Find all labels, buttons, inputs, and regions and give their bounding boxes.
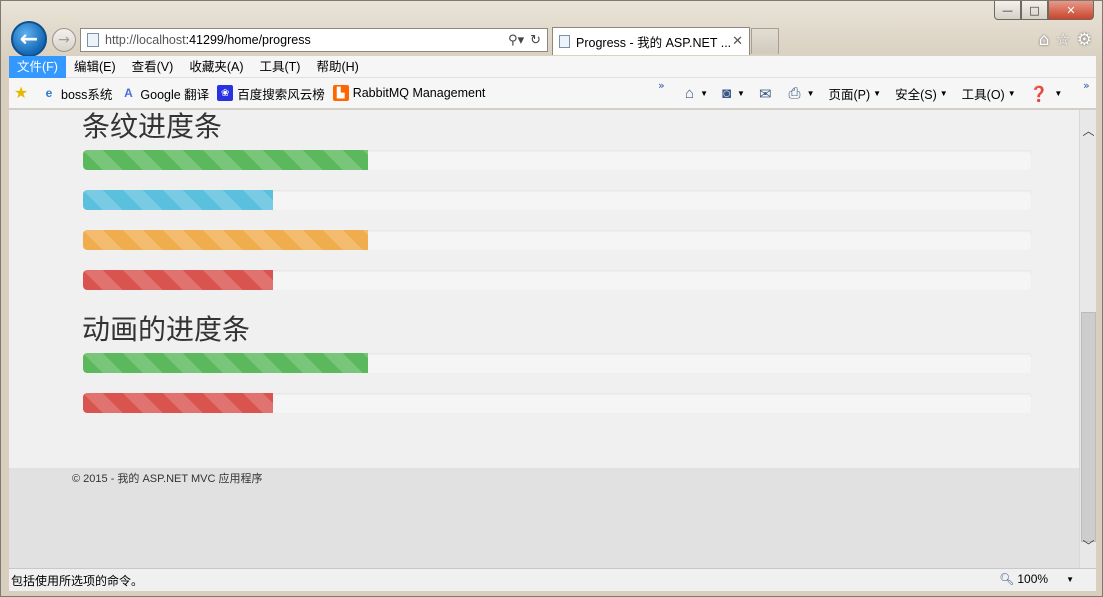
- menu-favorites[interactable]: 收藏夹(A): [181, 56, 251, 78]
- scrollbar-thumb[interactable]: [1081, 312, 1096, 542]
- tab-close-icon[interactable]: ✕: [732, 34, 743, 49]
- mail-icon: ✉: [758, 85, 772, 103]
- fav-rabbitmq[interactable]: ▙ RabbitMQ Management: [332, 85, 486, 101]
- fav-label: RabbitMQ Management: [352, 86, 486, 100]
- close-button[interactable]: ✕: [1048, 1, 1094, 20]
- zoom-level: 100%: [1017, 572, 1049, 586]
- chevron-down-icon: ▼: [1007, 89, 1016, 98]
- safety-menu-label: 安全(S): [895, 88, 937, 102]
- tab-title: Progress - 我的 ASP.NET ...: [576, 36, 732, 50]
- progress-bar-track: [83, 270, 1032, 290]
- address-bar[interactable]: http://localhost:41299/home/progress ⚲▾ …: [80, 28, 548, 52]
- home-command[interactable]: ⌂ ▼: [685, 85, 708, 102]
- help-icon: ❓: [1029, 85, 1049, 103]
- footer-copyright: © 2015 - 我的 ASP.NET MVC 应用程序: [72, 473, 263, 485]
- progress-bar-fill: [83, 230, 368, 250]
- fav-label: Google 翻译: [140, 87, 210, 102]
- progress-bar-fill: [83, 393, 273, 413]
- chevron-down-icon: ▼: [873, 89, 882, 98]
- help-menu[interactable]: ❓ ▼: [1030, 85, 1063, 103]
- fav-label: boss系统: [61, 87, 113, 102]
- print-command[interactable]: ⎙ ▼: [789, 85, 815, 102]
- forward-button[interactable]: →: [52, 28, 76, 52]
- menu-file[interactable]: 文件(F): [9, 55, 66, 78]
- page-menu-label: 页面(P): [828, 88, 871, 102]
- scroll-down-icon[interactable]: ﹀: [1080, 537, 1097, 554]
- favorites-bar: ★ e boss系统 A Google 翻译 ❀ 百度搜索风云榜 ▙ RabbitMQ …: [9, 78, 1096, 109]
- favorites-add-button[interactable]: ★: [13, 85, 33, 102]
- back-arrow-icon: ←: [19, 26, 39, 52]
- tools-menu[interactable]: 工具(O) ▼: [962, 84, 1016, 103]
- menu-view[interactable]: 查看(V): [124, 56, 182, 78]
- favorites-overflow-chevron-icon[interactable]: »: [658, 79, 665, 92]
- chevron-down-icon: ▼: [806, 89, 815, 98]
- progress-bar-track: [83, 150, 1032, 170]
- baidu-icon: ❀: [217, 85, 234, 101]
- progress-bar-track: [83, 353, 1032, 373]
- tab-progress[interactable]: Progress - 我的 ASP.NET ... ✕: [552, 27, 750, 55]
- favorites-star-icon[interactable]: ☆: [1056, 30, 1071, 50]
- progress-bar-fill: [83, 353, 368, 373]
- menu-tools[interactable]: 工具(T): [251, 56, 308, 78]
- translate-icon: A: [124, 86, 133, 100]
- tools-menu-label: 工具(O): [961, 88, 1005, 102]
- home-icon: ⌂: [685, 85, 695, 102]
- rss-icon: ◙: [721, 85, 732, 102]
- command-bar: ⌂ ▼ ◙ ▼ ✉ ⎙ ▼ 页面(P) ▼ 安全(S) ▼ 工具(O) ▼ ❓ ▼: [685, 78, 1076, 109]
- progress-bar-fill: [83, 270, 273, 290]
- minimize-button[interactable]: —: [994, 1, 1021, 20]
- page-content: 条纹进度条 动画的进度条 © 2015 - 我的 ASP.NET MVC 应用程…: [9, 110, 1079, 568]
- progress-bar-track: [83, 230, 1032, 250]
- maximize-button[interactable]: □: [1021, 1, 1048, 20]
- menu-edit[interactable]: 编辑(E): [66, 56, 124, 78]
- command-overflow-chevron-icon[interactable]: »: [1083, 79, 1090, 92]
- vertical-scrollbar[interactable]: ︿ ﹀: [1079, 110, 1096, 568]
- url-path: :41299/home/progress: [185, 33, 311, 47]
- fav-google-translate[interactable]: A Google 翻译: [120, 84, 209, 103]
- progress-bar-fill: [83, 190, 273, 210]
- back-button[interactable]: ←: [11, 21, 47, 57]
- status-text: 包括使用所选项的命令。: [11, 573, 144, 588]
- status-bar: 包括使用所选项的命令。 🔍︎ 100% ▼: [9, 568, 1096, 591]
- url-host: http://localhost: [105, 33, 186, 47]
- section-title-animated: 动画的进度条: [82, 313, 251, 346]
- fav-baidu[interactable]: ❀ 百度搜索风云榜: [217, 84, 325, 103]
- mail-command[interactable]: ✉: [759, 85, 775, 103]
- fav-boss[interactable]: e boss系统: [41, 84, 113, 103]
- forward-arrow-icon: →: [58, 32, 70, 48]
- progress-bar-fill: [83, 150, 368, 170]
- chevron-down-icon: ▼: [1066, 574, 1074, 584]
- section-title-striped: 条纹进度条: [82, 110, 223, 143]
- home-icon[interactable]: ⌂: [1039, 30, 1050, 50]
- page-menu[interactable]: 页面(P) ▼: [828, 84, 881, 103]
- print-icon: ⎙: [788, 85, 801, 102]
- progress-bar-track: [83, 190, 1032, 210]
- chevron-down-icon: ▼: [939, 89, 948, 98]
- favorites-star-icon: ★: [13, 85, 29, 102]
- zoom-control[interactable]: 🔍︎ 100% ▼: [999, 572, 1074, 586]
- zoom-icon: 🔍︎: [999, 572, 1015, 586]
- page-icon: [87, 33, 99, 47]
- scroll-up-icon[interactable]: ︿: [1080, 122, 1097, 139]
- tab-page-icon: [559, 35, 570, 48]
- chevron-down-icon: ▼: [737, 89, 745, 98]
- feeds-command[interactable]: ◙ ▼: [722, 85, 745, 102]
- browser-window: — □ ✕ ← → http://localhost:41299/home/pr…: [0, 0, 1103, 597]
- menu-bar: 文件(F) 编辑(E) 查看(V) 收藏夹(A) 工具(T) 帮助(H): [9, 55, 1096, 78]
- chevron-down-icon: ▼: [700, 89, 708, 98]
- search-icon[interactable]: ⚲▾: [508, 33, 524, 48]
- menu-help[interactable]: 帮助(H): [308, 56, 366, 78]
- toolbar-right-icons: ⌂ ☆ ⚙: [1039, 30, 1092, 50]
- safety-menu[interactable]: 安全(S) ▼: [895, 84, 948, 103]
- ie-icon: e: [45, 86, 53, 100]
- address-url[interactable]: http://localhost:41299/home/progress: [105, 33, 508, 47]
- window-controls: — □ ✕: [994, 1, 1094, 20]
- gear-icon[interactable]: ⚙: [1077, 30, 1092, 50]
- progress-bar-track: [83, 393, 1032, 413]
- new-tab-button[interactable]: [751, 28, 779, 54]
- refresh-icon[interactable]: ↻: [530, 33, 541, 48]
- chevron-down-icon: ▼: [1054, 89, 1063, 98]
- fav-label: 百度搜索风云榜: [237, 87, 325, 102]
- rabbitmq-icon: ▙: [332, 85, 349, 101]
